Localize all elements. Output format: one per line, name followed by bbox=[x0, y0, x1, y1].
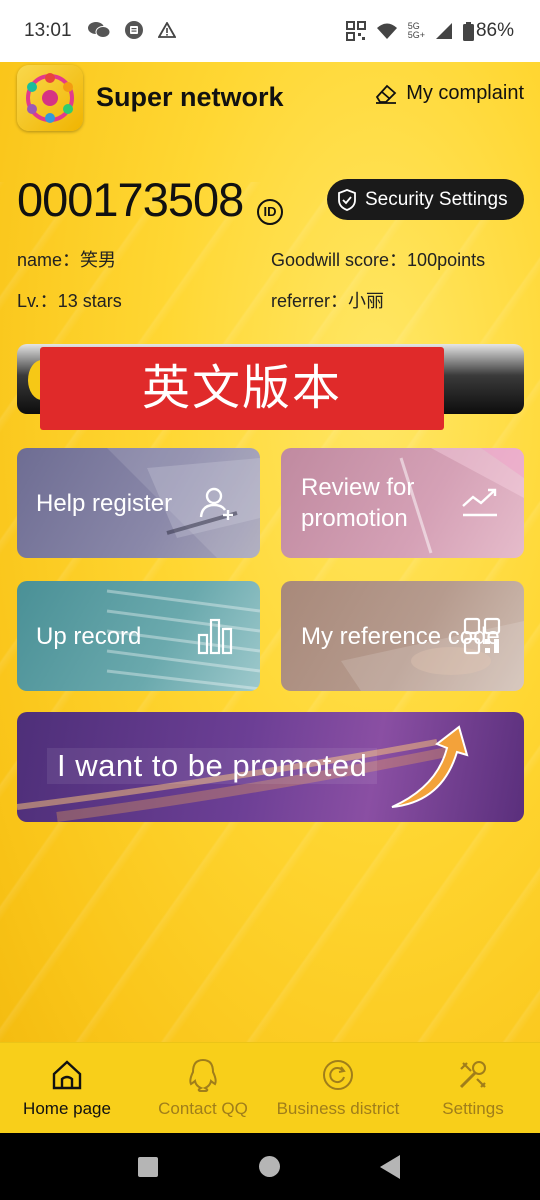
name-value: 笑男 bbox=[80, 250, 117, 270]
app-screen: Super network My complaint 000173508 ID … bbox=[0, 62, 540, 1133]
tab-business-district-label: Business district bbox=[276, 1099, 400, 1118]
wechat-icon bbox=[88, 22, 110, 38]
referrer-label: referrer： bbox=[271, 291, 349, 311]
name-info: name：笑男 bbox=[17, 246, 116, 272]
help-register-card[interactable]: Help register bbox=[17, 448, 260, 558]
goodwill-label: Goodwill score： bbox=[271, 250, 408, 270]
review-for-promotion-label: Review for promotion bbox=[301, 472, 414, 534]
help-register-label: Help register bbox=[36, 490, 173, 517]
level-value: 13 stars bbox=[57, 291, 122, 311]
people-circle-logo-icon bbox=[26, 73, 74, 123]
level-info: Lv.：13 stars bbox=[17, 287, 122, 313]
promotion-label: I want to be promoted bbox=[47, 748, 378, 784]
my-complaint-button[interactable]: My complaint bbox=[374, 82, 524, 105]
up-record-card[interactable]: Up record bbox=[17, 581, 260, 691]
bar-chart-icon bbox=[197, 618, 233, 655]
notification-icons bbox=[88, 20, 176, 40]
signal-icon bbox=[435, 23, 452, 39]
add-user-icon bbox=[199, 487, 233, 520]
up-record-label: Up record bbox=[36, 623, 142, 650]
battery-icon bbox=[462, 21, 474, 41]
goodwill-value: 100points bbox=[407, 250, 486, 270]
network-type: 5G 5G+ bbox=[408, 22, 425, 40]
tab-home[interactable]: Home page bbox=[2, 1057, 132, 1119]
tab-contact-qq[interactable]: Contact QQ bbox=[138, 1057, 268, 1119]
my-reference-code-label: My reference code bbox=[301, 623, 500, 650]
security-settings-label: Security Settings bbox=[365, 188, 508, 210]
security-settings-button[interactable]: Security Settings bbox=[327, 179, 524, 220]
eraser-icon bbox=[376, 84, 397, 104]
app-logo bbox=[17, 65, 83, 131]
promotion-card[interactable]: I want to be promoted bbox=[17, 712, 524, 822]
system-icons: 5G 5G+ 86% bbox=[345, 20, 514, 42]
app-title: Super network bbox=[96, 82, 284, 112]
wifi-icon bbox=[376, 23, 397, 39]
tab-business-district[interactable]: Business district bbox=[273, 1057, 403, 1119]
my-reference-code-card[interactable]: My reference code bbox=[281, 581, 524, 691]
tab-settings-label: Settings bbox=[442, 1099, 504, 1118]
bottom-tab-bar: Home page Contact QQ Business district S… bbox=[0, 1042, 540, 1133]
status-bar: 13:01 5G 5G+ 86% bbox=[0, 0, 540, 62]
trend-chart-icon bbox=[462, 488, 497, 517]
english-version-overlay: 英文版本 bbox=[40, 347, 444, 430]
battery-level: 86% bbox=[475, 20, 514, 41]
review-for-promotion-card[interactable]: Review for promotion bbox=[281, 448, 524, 558]
shield-check-icon bbox=[338, 188, 356, 211]
tools-icon bbox=[459, 1061, 486, 1089]
review-label-line1: Review for bbox=[301, 474, 415, 501]
id-badge-icon: ID bbox=[257, 199, 283, 225]
name-label: name： bbox=[17, 250, 81, 270]
qr-scan-icon bbox=[345, 21, 366, 41]
tab-home-label: Home page bbox=[23, 1099, 111, 1118]
warning-icon bbox=[158, 22, 176, 38]
recent-apps-button[interactable] bbox=[138, 1157, 158, 1177]
network-type-bottom: 5G+ bbox=[407, 30, 425, 40]
business-circle-icon bbox=[323, 1060, 353, 1090]
review-label-line2: promotion bbox=[301, 505, 408, 532]
system-navigation-bar bbox=[0, 1133, 540, 1200]
qq-penguin-icon bbox=[189, 1058, 217, 1092]
status-time: 13:01 bbox=[24, 20, 72, 41]
level-label: Lv.： bbox=[17, 291, 58, 311]
referrer-info: referrer：小丽 bbox=[271, 287, 384, 313]
back-button[interactable] bbox=[380, 1155, 400, 1179]
my-complaint-label: My complaint bbox=[406, 82, 524, 104]
up-arrow-icon bbox=[391, 725, 469, 808]
home-button[interactable] bbox=[259, 1156, 280, 1177]
goodwill-info: Goodwill score：100points bbox=[271, 246, 485, 272]
tab-contact-qq-label: Contact QQ bbox=[158, 1099, 248, 1118]
user-id-number: 000173508 bbox=[17, 173, 244, 226]
tab-settings[interactable]: Settings bbox=[408, 1057, 538, 1119]
home-icon bbox=[52, 1060, 82, 1090]
app-notification-icon bbox=[125, 21, 143, 39]
referrer-value: 小丽 bbox=[348, 291, 385, 311]
